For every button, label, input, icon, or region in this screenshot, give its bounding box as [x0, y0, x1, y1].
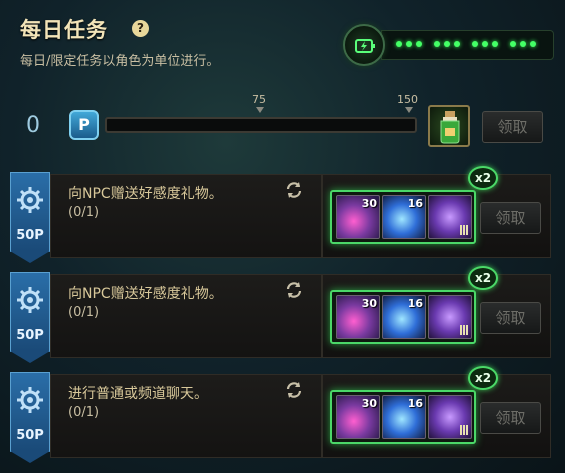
progress-mark-75-arrow	[256, 107, 264, 113]
milestone-claim-button[interactable]: 领取	[482, 111, 543, 143]
gear-icon	[17, 187, 43, 213]
task-row: 50P 进行普通或频道聊天。 (0/1) 30 16 x2 领取	[10, 366, 551, 463]
reward-item-gift[interactable]: 30	[336, 195, 380, 239]
reward-item-emblem[interactable]	[428, 295, 472, 339]
reward-item-gift[interactable]: 30	[336, 395, 380, 439]
reward-item-gift[interactable]: 30	[336, 295, 380, 339]
progress-mark-150-arrow	[405, 107, 413, 113]
task-name: 向NPC赠送好感度礼物。	[68, 286, 223, 302]
energy-dots	[396, 41, 536, 47]
reward-item-emblem[interactable]	[428, 395, 472, 439]
refresh-icon[interactable]	[284, 280, 304, 300]
task-name: 向NPC赠送好感度礼物。	[68, 186, 223, 202]
energy-gauge	[343, 24, 554, 66]
task-points-badge: 50P	[10, 172, 50, 264]
gear-icon	[17, 287, 43, 313]
energy-bar	[381, 30, 554, 60]
task-progress: (0/1)	[68, 405, 100, 420]
task-points-badge: 50P	[10, 372, 50, 464]
reward-items: 30 16	[330, 290, 476, 344]
points-progress-bar	[105, 117, 417, 133]
daily-quest-panel: 每日任务 ? 每日/限定任务以角色为单位进行。 0 P 75 150 领取 50…	[0, 0, 565, 473]
progress-mark-75: 75	[252, 93, 266, 106]
reward-items: 30 16	[330, 190, 476, 244]
panel-subtitle: 每日/限定任务以角色为单位进行。	[20, 54, 220, 69]
task-points: 50P	[16, 328, 44, 343]
task-claim-button[interactable]: 领取	[480, 402, 541, 434]
reward-item-crystal[interactable]: 16	[382, 395, 426, 439]
progress-mark-150: 150	[397, 93, 418, 106]
task-claim-button[interactable]: 领取	[480, 202, 541, 234]
refresh-icon[interactable]	[284, 380, 304, 400]
reward-item-crystal[interactable]: 16	[382, 295, 426, 339]
multiplier-badge: x2	[468, 266, 498, 290]
help-icon[interactable]: ?	[132, 20, 149, 37]
reward-item-emblem[interactable]	[428, 195, 472, 239]
task-row: 50P 向NPC赠送好感度礼物。 (0/1) 30 16 x2 领取	[10, 266, 551, 363]
points-icon: P	[69, 110, 99, 140]
gear-icon	[17, 387, 43, 413]
task-name: 进行普通或频道聊天。	[68, 386, 208, 402]
panel-title: 每日任务	[20, 18, 108, 42]
task-points: 50P	[16, 428, 44, 443]
multiplier-badge: x2	[468, 366, 498, 390]
reward-items: 30 16	[330, 390, 476, 444]
potion-chest-icon[interactable]	[428, 105, 470, 147]
points-value: 0	[26, 113, 40, 138]
multiplier-badge: x2	[468, 166, 498, 190]
task-points: 50P	[16, 228, 44, 243]
task-points-badge: 50P	[10, 272, 50, 364]
task-row: 50P 向NPC赠送好感度礼物。 (0/1) 30 16 x2 领取	[10, 166, 551, 263]
task-progress: (0/1)	[68, 305, 100, 320]
task-claim-button[interactable]: 领取	[480, 302, 541, 334]
task-progress: (0/1)	[68, 205, 100, 220]
reward-item-crystal[interactable]: 16	[382, 195, 426, 239]
energy-bolt-icon	[343, 24, 385, 66]
refresh-icon[interactable]	[284, 180, 304, 200]
